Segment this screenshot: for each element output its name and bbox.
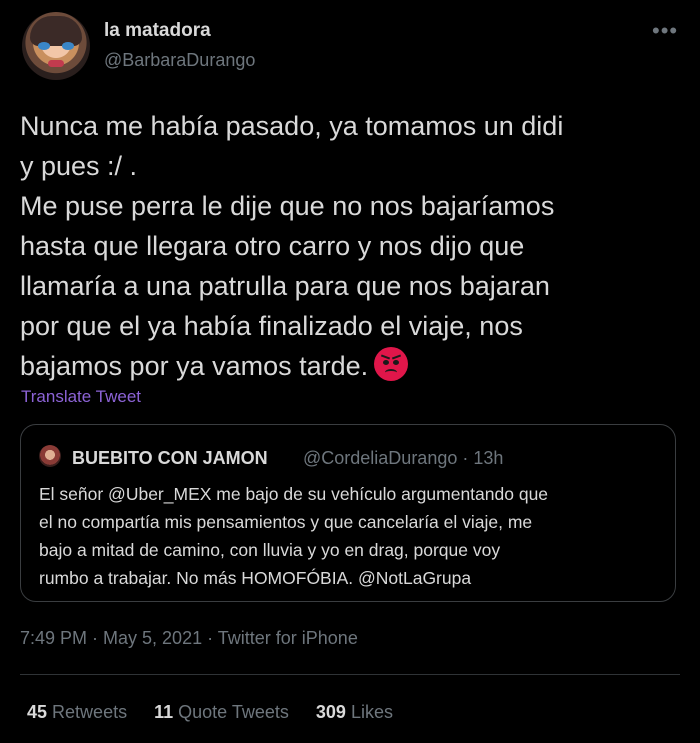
retweets-label: Retweets: [52, 702, 128, 722]
quoted-line: bajo a mitad de camino, con lluvia y yo …: [39, 540, 501, 560]
quotes-label: Quote Tweets: [178, 702, 289, 722]
tweet-text: Nunca me había pasado, ya tomamos un did…: [20, 106, 685, 386]
tweet-line-text: bajamos por ya vamos tarde.: [20, 351, 369, 381]
avatar-eye: [38, 42, 50, 50]
quoted-author-name: BUEBITO CON JAMON: [72, 448, 268, 468]
author-avatar[interactable]: [22, 12, 90, 80]
quotes-count: 11: [154, 702, 174, 722]
tweet-line: llamaría a una patrulla para que nos baj…: [20, 271, 550, 301]
retweets-stat[interactable]: 45 Retweets: [27, 702, 127, 722]
tweet-line: Me puse perra le dije que no nos bajaría…: [20, 191, 555, 221]
retweets-count: 45: [27, 702, 48, 722]
tweet-line-last: bajamos por ya vamos tarde.: [20, 346, 685, 386]
quoted-author-meta: @CordeliaDurango · 13h: [303, 448, 504, 468]
tweet-line: hasta que llegara otro carro y nos dijo …: [20, 231, 525, 261]
quoted-tweet-card[interactable]: BUEBITO CON JAMON @CordeliaDurango · 13h…: [20, 424, 676, 602]
divider: [20, 674, 680, 675]
translate-tweet-link[interactable]: Translate Tweet: [21, 387, 141, 407]
avatar-eye: [62, 42, 74, 50]
tweet-line: Nunca me había pasado, ya tomamos un did…: [20, 111, 564, 141]
engagement-stats: 45 Retweets 11 Quote Tweets 309 Likes: [27, 702, 415, 723]
likes-label: Likes: [350, 702, 393, 722]
author-display-name[interactable]: la matadora: [104, 20, 211, 42]
tweet-line: y pues :/ .: [20, 151, 138, 181]
quoted-line: El señor @Uber_MEX me bajo de su vehícul…: [39, 484, 549, 504]
more-horizontal-icon[interactable]: •••: [652, 18, 678, 44]
avatar-hair: [30, 16, 82, 46]
avatar-lips: [48, 60, 64, 67]
quote-tweets-stat[interactable]: 11 Quote Tweets: [154, 702, 289, 722]
author-handle[interactable]: @BarbaraDurango: [104, 50, 255, 71]
tweet-timestamp-source[interactable]: 7:49 PM · May 5, 2021 · Twitter for iPho…: [20, 628, 358, 649]
quoted-line: el no compartía mis pensamientos y que c…: [39, 512, 533, 532]
quoted-tweet-text: El señor @Uber_MEX me bajo de su vehícul…: [39, 480, 664, 592]
quoted-line: rumbo a trabajar. No más HOMOFÓBIA. @Not…: [39, 568, 472, 588]
likes-count: 309: [315, 702, 346, 722]
likes-stat[interactable]: 309 Likes: [316, 702, 393, 722]
angry-face-icon: [374, 347, 409, 381]
quoted-author-avatar: [39, 445, 61, 467]
tweet-line: por que el ya había finalizado el viaje,…: [20, 311, 523, 341]
